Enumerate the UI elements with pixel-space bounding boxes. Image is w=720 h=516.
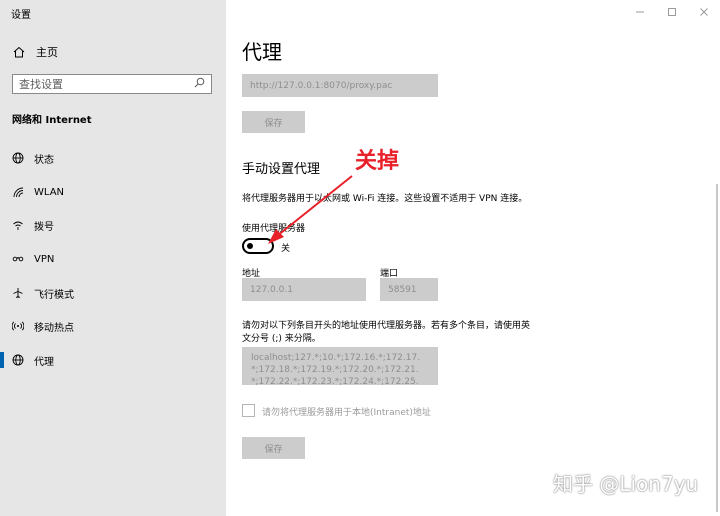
watermark-text: 知乎 @Lion7yu	[553, 472, 699, 496]
annotation-arrow	[268, 175, 353, 244]
annotation-text: 关掉	[355, 149, 400, 174]
